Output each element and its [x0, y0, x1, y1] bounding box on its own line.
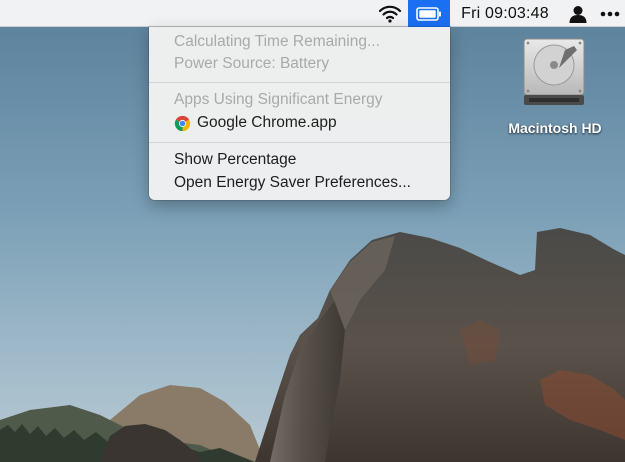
user-menu-item[interactable]: [564, 0, 592, 27]
more-icon: [600, 11, 619, 16]
menu-separator: [149, 82, 450, 83]
menu-separator: [149, 142, 450, 143]
hard-drive-label[interactable]: Macintosh HD: [490, 120, 620, 136]
menubar-clock[interactable]: Fri 09:03:48: [450, 0, 560, 27]
app-item-google-chrome[interactable]: Google Chrome.app: [149, 112, 450, 134]
hard-drive-icon[interactable]: [519, 36, 589, 108]
battery-dropdown-menu: Calculating Time Remaining... Power Sour…: [149, 27, 450, 200]
wifi-status-item[interactable]: [374, 0, 406, 27]
open-energy-saver-item[interactable]: Open Energy Saver Preferences...: [149, 172, 450, 194]
user-icon: [569, 5, 587, 23]
app-item-label: Google Chrome.app: [197, 114, 337, 131]
more-menu-item[interactable]: [594, 0, 625, 27]
time-remaining-item: Calculating Time Remaining...: [174, 33, 380, 50]
chrome-icon: [174, 115, 191, 132]
apps-energy-header: Apps Using Significant Energy: [174, 91, 383, 108]
battery-status-item[interactable]: [408, 0, 450, 27]
show-percentage-item[interactable]: Show Percentage: [149, 149, 450, 171]
power-source-item: Power Source: Battery: [174, 55, 330, 72]
wifi-icon: [378, 5, 402, 23]
menu-bar: Fri 09:03:48: [0, 0, 625, 27]
battery-icon: [416, 6, 441, 21]
